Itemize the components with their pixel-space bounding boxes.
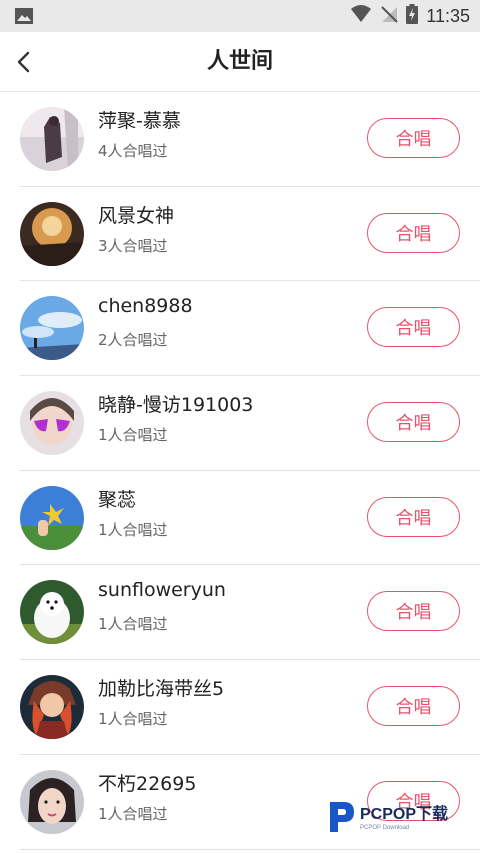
status-icons: 11:35 [350,0,470,32]
list-item[interactable]: 风景女神 3人合唱过 合唱 [0,187,480,282]
back-button[interactable] [10,47,36,77]
user-name: 萍聚-慕慕 [98,110,181,132]
chorus-button[interactable]: 合唱 [367,402,460,443]
watermark: PCPOP下载 PCPOP Download [326,800,448,838]
chorus-button[interactable]: 合唱 [367,591,460,632]
avatar [20,391,84,456]
chorus-button[interactable]: 合唱 [367,307,460,348]
chorus-count: 1人合唱过 [98,426,168,445]
user-name: 聚蕊 [98,488,137,511]
status-time: 11:35 [426,5,470,26]
battery-charging-icon [406,4,419,28]
chorus-button[interactable]: 合唱 [367,118,460,158]
user-name: 晓静-慢访191003 [98,394,254,417]
list-item[interactable]: 萍聚-慕慕 4人合唱过 合唱 [0,92,480,187]
page-title: 人世间 [206,49,273,74]
chorus-count: 2人合唱过 [98,331,168,350]
user-name: sunfloweryun [98,579,226,602]
image-icon [14,7,34,25]
avatar [20,201,84,266]
chorus-count: 1人合唱过 [98,710,168,729]
list-item[interactable]: sunfloweryun 1人合唱过 合唱 [0,565,480,660]
user-name: 风景女神 [98,204,175,227]
chorus-count: 1人合唱过 [98,520,168,539]
avatar [20,485,84,550]
chorus-list: 萍聚-慕慕 4人合唱过 合唱 风景女神 3人合唱过 合唱 chen8988 2人… [0,92,480,850]
avatar [20,296,84,361]
list-item[interactable]: chen8988 2人合唱过 合唱 [0,281,480,376]
user-name: 不朽22695 [98,772,197,795]
list-item[interactable]: 聚蕊 1人合唱过 合唱 [0,471,480,566]
avatar [20,675,84,740]
avatar [20,580,84,645]
watermark-main: PCPOP下载 [360,806,449,823]
user-name: 加勒比海带丝5 [98,678,225,701]
user-name: chen8988 [98,295,193,318]
wifi-icon [350,5,372,27]
chorus-button[interactable]: 合唱 [367,686,460,727]
no-signal-icon [380,5,398,27]
pcpop-logo-icon [326,800,356,838]
chorus-button[interactable]: 合唱 [367,212,460,253]
chorus-button[interactable]: 合唱 [367,496,460,537]
chorus-count: 4人合唱过 [98,142,168,160]
chevron-left-icon [17,51,30,73]
watermark-sub: PCPOP Download [360,825,410,831]
chorus-count: 3人合唱过 [98,236,168,255]
avatar [20,107,84,171]
list-item[interactable]: 加勒比海带丝5 1人合唱过 合唱 [0,660,480,755]
app-header: 人世间 [0,32,480,92]
chorus-count: 1人合唱过 [98,615,168,634]
status-bar: 11:35 [0,0,480,32]
list-item[interactable]: 晓静-慢访191003 1人合唱过 合唱 [0,376,480,471]
avatar [20,769,84,834]
chorus-count: 1人合唱过 [98,804,168,823]
